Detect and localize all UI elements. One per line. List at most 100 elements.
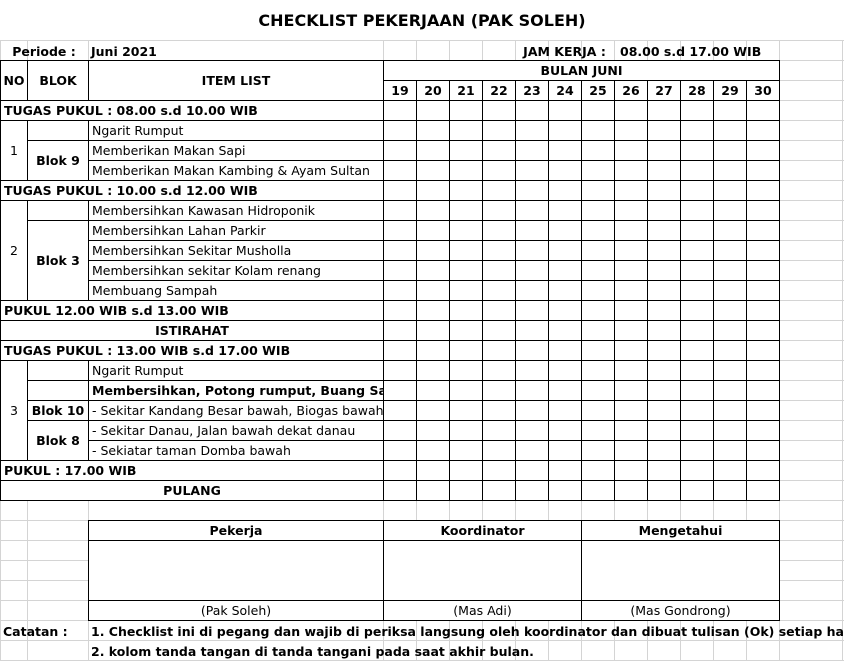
check-cell[interactable] [548,460,582,481]
check-cell[interactable] [548,480,582,501]
check-cell[interactable] [482,400,516,421]
check-cell[interactable] [713,380,747,401]
check-cell[interactable] [449,260,483,281]
check-cell[interactable] [515,280,549,301]
check-cell[interactable] [548,260,582,281]
check-cell[interactable] [581,240,615,261]
check-cell[interactable] [416,300,450,321]
check-cell[interactable] [581,480,615,501]
check-cell[interactable] [383,240,417,261]
periode-value[interactable]: Juni 2021 [88,41,288,61]
check-cell[interactable] [449,440,483,461]
check-cell[interactable] [680,180,714,201]
check-cell[interactable] [482,140,516,161]
check-cell[interactable] [581,300,615,321]
check-cell[interactable] [581,260,615,281]
check-cell[interactable] [680,360,714,381]
check-cell[interactable] [548,200,582,221]
check-cell[interactable] [614,100,648,121]
check-cell[interactable] [416,460,450,481]
check-cell[interactable] [416,380,450,401]
check-cell[interactable] [383,400,417,421]
check-cell[interactable] [416,420,450,441]
check-cell[interactable] [515,420,549,441]
check-cell[interactable] [548,140,582,161]
check-cell[interactable] [515,320,549,341]
check-cell[interactable] [614,320,648,341]
check-cell[interactable] [581,460,615,481]
check-cell[interactable] [449,120,483,141]
check-cell[interactable] [548,420,582,441]
check-cell[interactable] [614,460,648,481]
check-cell[interactable] [713,100,747,121]
check-cell[interactable] [416,400,450,421]
check-cell[interactable] [383,100,417,121]
check-cell[interactable] [746,420,780,441]
check-cell[interactable] [581,320,615,341]
check-cell[interactable] [416,100,450,121]
check-cell[interactable] [548,380,582,401]
check-cell[interactable] [614,260,648,281]
check-cell[interactable] [647,140,681,161]
check-cell[interactable] [515,240,549,261]
check-cell[interactable] [680,460,714,481]
check-cell[interactable] [647,100,681,121]
check-cell[interactable] [416,180,450,201]
check-cell[interactable] [746,200,780,221]
check-cell[interactable] [614,120,648,141]
check-cell[interactable] [515,180,549,201]
check-cell[interactable] [581,140,615,161]
check-cell[interactable] [581,220,615,241]
check-cell[interactable] [680,320,714,341]
check-cell[interactable] [713,460,747,481]
check-cell[interactable] [713,240,747,261]
check-cell[interactable] [680,480,714,501]
check-cell[interactable] [482,420,516,441]
check-cell[interactable] [515,480,549,501]
check-cell[interactable] [383,280,417,301]
check-cell[interactable] [449,380,483,401]
check-cell[interactable] [383,160,417,181]
check-cell[interactable] [746,340,780,361]
check-cell[interactable] [515,160,549,181]
check-cell[interactable] [449,220,483,241]
check-cell[interactable] [416,440,450,461]
check-cell[interactable] [614,400,648,421]
check-cell[interactable] [416,340,450,361]
check-cell[interactable] [482,300,516,321]
check-cell[interactable] [647,240,681,261]
check-cell[interactable] [713,180,747,201]
check-cell[interactable] [449,240,483,261]
check-cell[interactable] [581,160,615,181]
check-cell[interactable] [482,260,516,281]
check-cell[interactable] [482,220,516,241]
check-cell[interactable] [581,180,615,201]
check-cell[interactable] [482,120,516,141]
check-cell[interactable] [746,480,780,501]
check-cell[interactable] [713,160,747,181]
check-cell[interactable] [647,420,681,441]
check-cell[interactable] [680,420,714,441]
check-cell[interactable] [416,480,450,501]
check-cell[interactable] [449,360,483,381]
check-cell[interactable] [383,340,417,361]
check-cell[interactable] [548,220,582,241]
check-cell[interactable] [680,160,714,181]
check-cell[interactable] [548,120,582,141]
check-cell[interactable] [713,360,747,381]
check-cell[interactable] [713,200,747,221]
check-cell[interactable] [614,220,648,241]
signature-box-koordinator[interactable] [383,540,582,601]
check-cell[interactable] [515,260,549,281]
check-cell[interactable] [746,440,780,461]
check-cell[interactable] [515,300,549,321]
check-cell[interactable] [482,100,516,121]
check-cell[interactable] [416,320,450,341]
check-cell[interactable] [614,420,648,441]
check-cell[interactable] [449,320,483,341]
check-cell[interactable] [416,160,450,181]
check-cell[interactable] [614,200,648,221]
check-cell[interactable] [515,460,549,481]
check-cell[interactable] [647,220,681,241]
check-cell[interactable] [515,100,549,121]
